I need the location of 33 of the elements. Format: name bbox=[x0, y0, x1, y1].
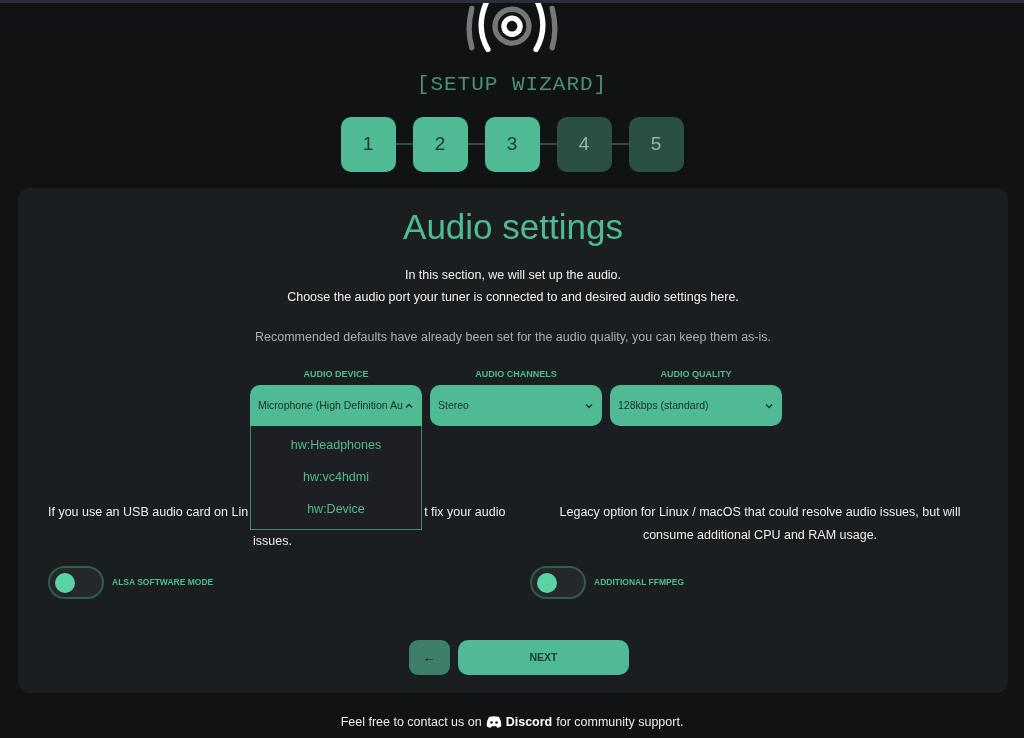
select-field[interactable]: Microphone (High Definition Au bbox=[250, 385, 422, 426]
step-indicator: 1 bbox=[340, 116, 396, 172]
field-label: AUDIO DEVICE bbox=[302, 367, 370, 381]
intro-text: Choose the audio port your tuner is connected to and desired audio settings here. bbox=[287, 289, 739, 304]
description-text: If you use an USB audio card on Lin bbox=[48, 504, 249, 521]
description-text: issues. bbox=[253, 534, 292, 548]
chat-bubble-icon bbox=[485, 715, 502, 728]
toggle-label: ADDITIONAL FFMPEG bbox=[594, 576, 685, 589]
description-text: t fix your audio bbox=[424, 504, 506, 521]
field-label: AUDIO QUALITY bbox=[659, 367, 733, 381]
footer-text: for community support. bbox=[556, 713, 684, 731]
note-text: Recommended defaults have already been set for the audio quality, you can keep them as-is. bbox=[254, 329, 771, 344]
dropdown-option[interactable]: hw:Device bbox=[251, 493, 421, 525]
step-indicator: 4 bbox=[556, 116, 612, 172]
select-field[interactable]: 128kbps (standard) bbox=[610, 385, 782, 426]
discord-link[interactable]: Discord bbox=[485, 712, 553, 732]
dropdown-option[interactable]: hw:Headphones bbox=[251, 429, 421, 461]
select-field[interactable]: Stereo bbox=[430, 385, 602, 426]
field-label: AUDIO CHANNELS bbox=[474, 367, 558, 381]
toggle-label: ALSA SOFTWARE MODE bbox=[112, 576, 214, 589]
footer-text: Feel free to contact us on bbox=[340, 713, 482, 731]
dropdown-option[interactable]: hw:vc4hdmi bbox=[251, 461, 421, 493]
step-indicator: 3 bbox=[484, 116, 540, 172]
next-button[interactable]: NEXT bbox=[458, 640, 629, 675]
intro-text: In this section, we will set up the audio. bbox=[404, 267, 622, 282]
back-button[interactable]: ← bbox=[409, 640, 450, 675]
description-text: Legacy option for Linux / macOS that could resolve audio issues, but will consume additional CPU and RAM usage. bbox=[559, 505, 961, 542]
step-indicator: 5 bbox=[628, 116, 684, 172]
toggle-switch[interactable] bbox=[48, 566, 104, 599]
panel-title: Audio settings bbox=[402, 205, 624, 248]
toggle-switch[interactable] bbox=[530, 566, 586, 599]
step-indicator: 2 bbox=[412, 116, 468, 172]
wizard-title: [SETUP WIZARD] bbox=[416, 72, 608, 98]
